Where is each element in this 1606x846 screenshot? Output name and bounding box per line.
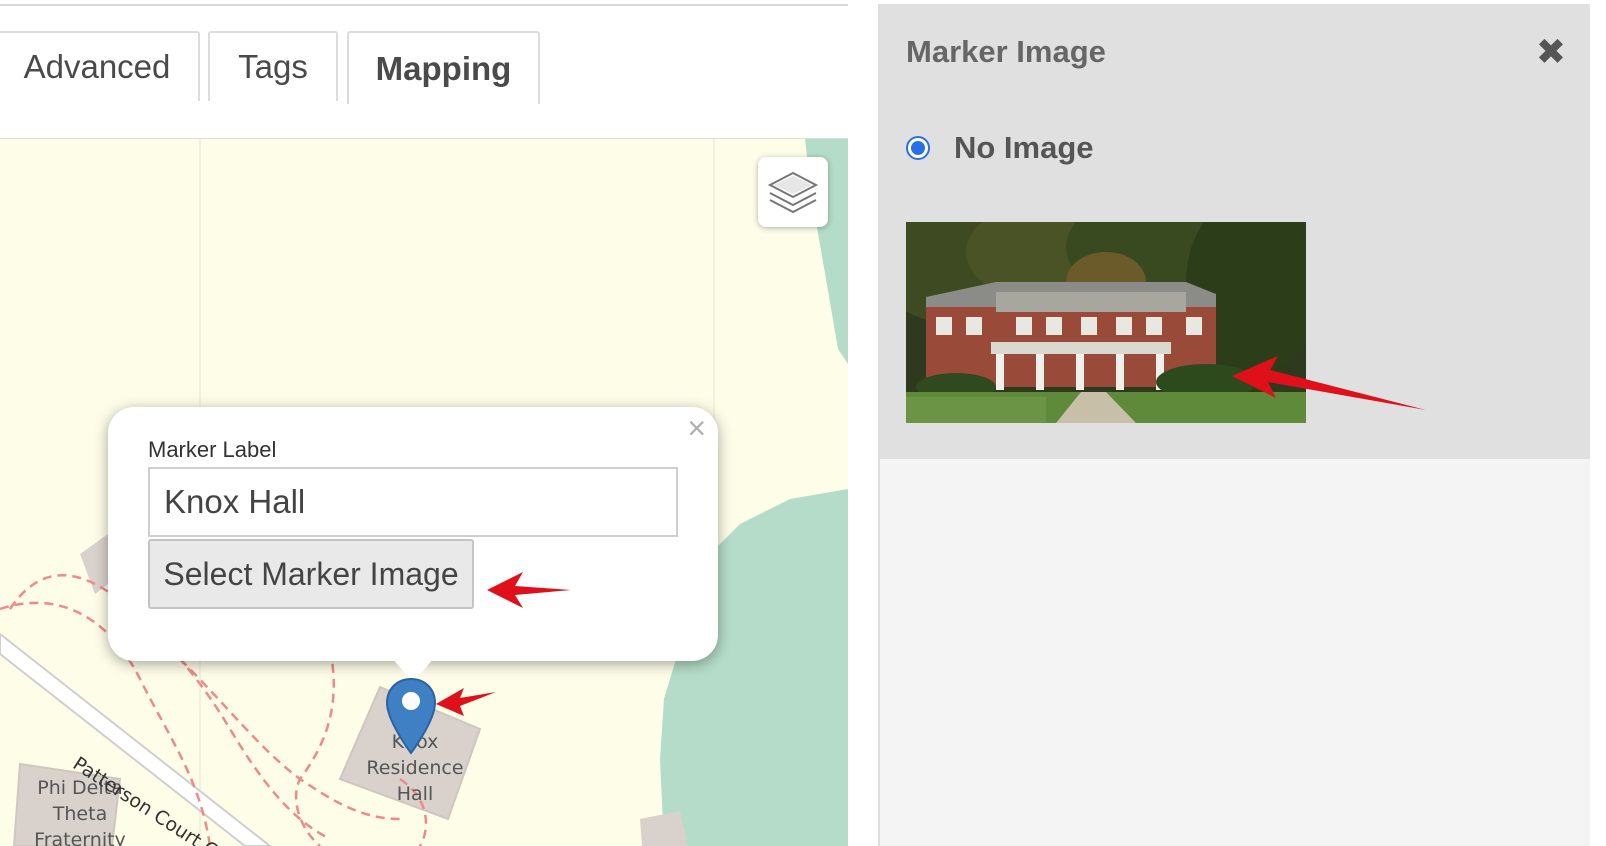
no-image-radio[interactable] — [906, 136, 930, 160]
app-root: Advanced Tags Mapping Residence Hall Phi… — [0, 0, 1606, 846]
map-marker[interactable] — [385, 677, 437, 755]
marker-label-input[interactable] — [148, 467, 678, 537]
panel-title: Marker Image — [906, 34, 1106, 69]
top-divider — [0, 4, 878, 6]
tab-bar: Advanced Tags Mapping — [0, 31, 848, 140]
map-pin-icon — [385, 677, 437, 755]
layers-icon — [767, 171, 819, 214]
marker-image-thumbnail[interactable] — [906, 222, 1306, 423]
select-marker-image-button[interactable]: Select Marker Image — [148, 539, 474, 609]
marker-popup: × Marker Label Select Marker Image — [108, 407, 718, 683]
tab-advanced[interactable]: Advanced — [0, 31, 200, 101]
marker-label-heading: Marker Label — [148, 437, 277, 462]
pane-divider — [848, 0, 878, 846]
map-label-line: Residence — [366, 757, 464, 779]
panel-header: Marker Image ✖ No Image — [880, 4, 1590, 459]
tab-mapping[interactable]: Mapping — [347, 31, 540, 104]
popup-close-button[interactable]: × — [687, 412, 706, 444]
map-label-line: Hall — [396, 783, 434, 805]
tab-tags[interactable]: Tags — [208, 31, 338, 101]
window-edge — [1590, 0, 1606, 846]
no-image-label: No Image — [954, 130, 1094, 165]
layer-control-button[interactable] — [758, 157, 828, 227]
house-photo — [906, 222, 1306, 423]
map-label-line: Fraternity — [34, 829, 126, 846]
radio-selected-dot — [911, 141, 925, 155]
panel-close-icon[interactable]: ✖ — [1536, 34, 1566, 70]
marker-image-panel: Marker Image ✖ No Image — [878, 4, 1590, 846]
no-image-option[interactable]: No Image — [906, 130, 1094, 166]
